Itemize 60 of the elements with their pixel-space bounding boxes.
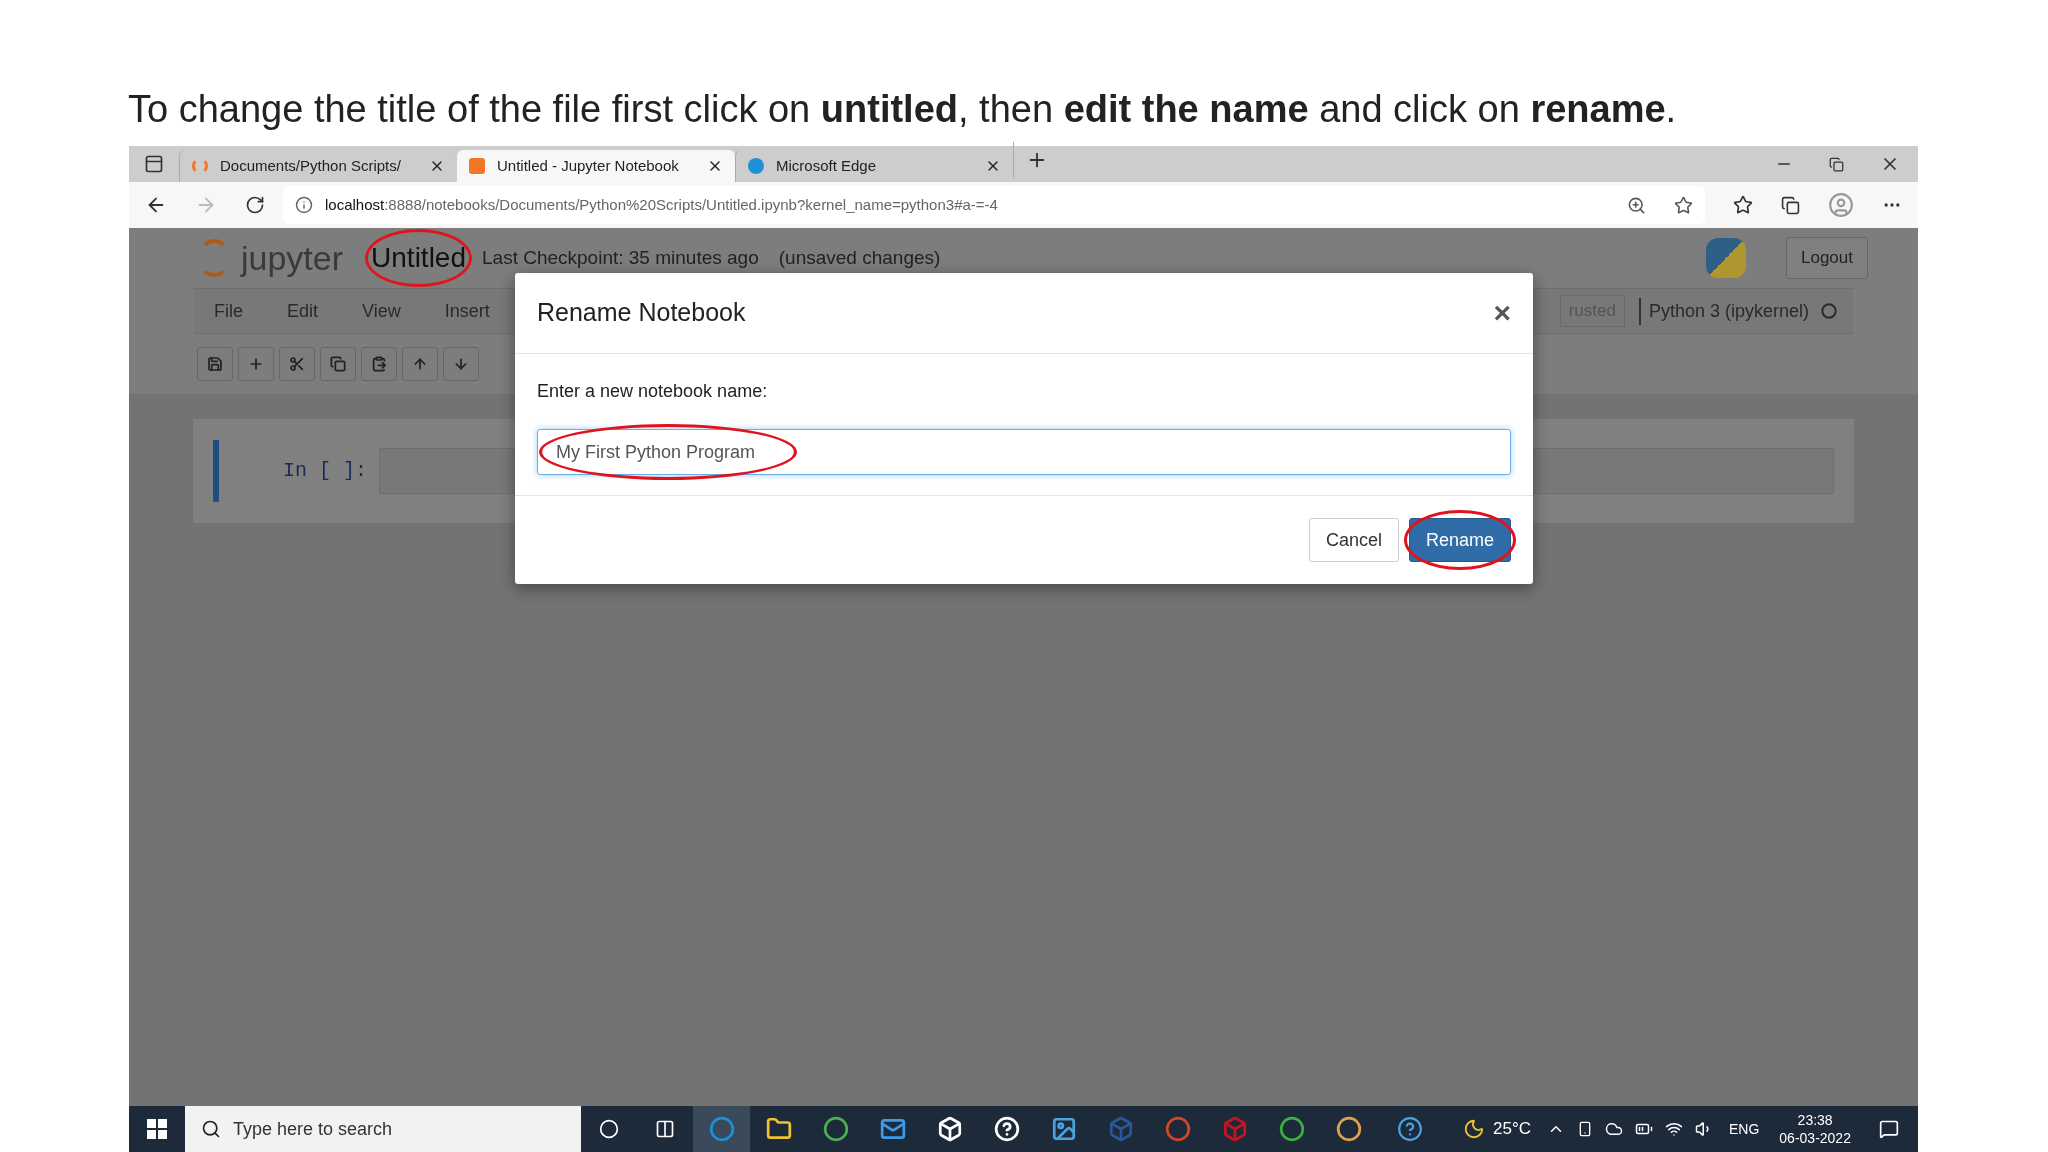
profile-icon[interactable] [1828, 192, 1854, 218]
tab-favicon-icon [192, 158, 208, 174]
save-icon [207, 356, 223, 372]
temperature-text: 25°C [1493, 1118, 1531, 1141]
toolbar-button[interactable] [279, 347, 315, 381]
clock-time: 23:38 [1797, 1111, 1833, 1129]
plus-icon [248, 356, 264, 372]
jupyter-logo: jupyter [241, 237, 344, 279]
cloud-icon[interactable] [1605, 1120, 1623, 1138]
tab-title: Microsoft Edge [776, 155, 878, 176]
search-icon [201, 1119, 221, 1139]
restore-icon[interactable] [1829, 156, 1844, 172]
kernel-status-icon [1821, 303, 1837, 319]
notebook-title[interactable]: Untitled [371, 242, 466, 273]
tab-favicon-icon [748, 158, 764, 174]
cell-prompt: In [ ]: [283, 458, 367, 484]
favorites-icon[interactable] [1733, 195, 1753, 215]
taskbar-search-field[interactable]: Type here to search [185, 1106, 581, 1152]
device-icon[interactable] [1577, 1121, 1593, 1137]
url-text: localhost:8888/notebooks/Documents/Python%20Scripts/Untitled.ipynb?kernel_name=python3#a-=-4 [325, 194, 998, 215]
tab-title: Untitled - Jupyter Notebook [497, 155, 680, 176]
dialog-title: Rename Notebook [537, 297, 746, 329]
close-button[interactable]: × [1493, 298, 1511, 328]
copy-icon [330, 356, 346, 372]
kernel-name: Python 3 (ipykernel) [1648, 299, 1809, 323]
zoom-icon[interactable] [1627, 195, 1646, 215]
arrow-down-icon [453, 356, 469, 372]
wifi-icon[interactable] [1665, 1120, 1683, 1138]
checkpoint-text: Last Checkpoint: 35 minutes ago [482, 245, 759, 270]
toolbar-button[interactable] [361, 347, 397, 381]
logout-button[interactable]: Logout [1786, 237, 1868, 279]
tab-favicon-icon [469, 158, 485, 174]
search-placeholder: Type here to search [233, 1117, 393, 1141]
info-icon [295, 196, 313, 214]
scissors-icon [289, 356, 305, 372]
toolbar-button[interactable] [402, 347, 438, 381]
browser-tab[interactable]: Untitled - Jupyter Notebook [457, 150, 735, 182]
rename-button[interactable]: Rename [1408, 518, 1511, 562]
weather-icon [1463, 1118, 1485, 1140]
address-bar[interactable]: localhost:8888/notebooks/Documents/Python%20Scripts/Untitled.ipynb?kernel_name=python3#a-=-4 [283, 186, 1705, 224]
clock-date: 06-03-2022 [1779, 1129, 1851, 1147]
cancel-button[interactable]: Cancel [1308, 518, 1399, 562]
toolbar-button[interactable] [197, 347, 233, 381]
save-status: (unsaved changes) [778, 245, 941, 270]
tab-title: Documents/Python Scripts/ [220, 155, 402, 176]
notebook-name-field[interactable]: My First Python Program [537, 429, 1511, 475]
paste-icon [371, 356, 387, 372]
notification-icon[interactable] [1878, 1119, 1899, 1139]
help-icon[interactable] [1397, 1116, 1423, 1142]
slide-caption: To change the title of the file first click on untitled, then edit the name and click on rename. [128, 87, 1677, 132]
toolbar-button[interactable] [320, 347, 356, 381]
field-label: Enter a new notebook name: [537, 380, 769, 403]
add-favorite-icon[interactable] [1674, 195, 1693, 215]
refresh-icon[interactable] [245, 195, 265, 215]
windows-start-icon[interactable] [147, 1119, 167, 1139]
toolbar-button[interactable] [443, 347, 479, 381]
language-indicator[interactable]: ENG [1729, 1118, 1760, 1140]
collections-icon[interactable] [1781, 195, 1800, 215]
tab-panel-icon[interactable] [144, 154, 164, 174]
toolbar-button[interactable] [238, 347, 274, 381]
